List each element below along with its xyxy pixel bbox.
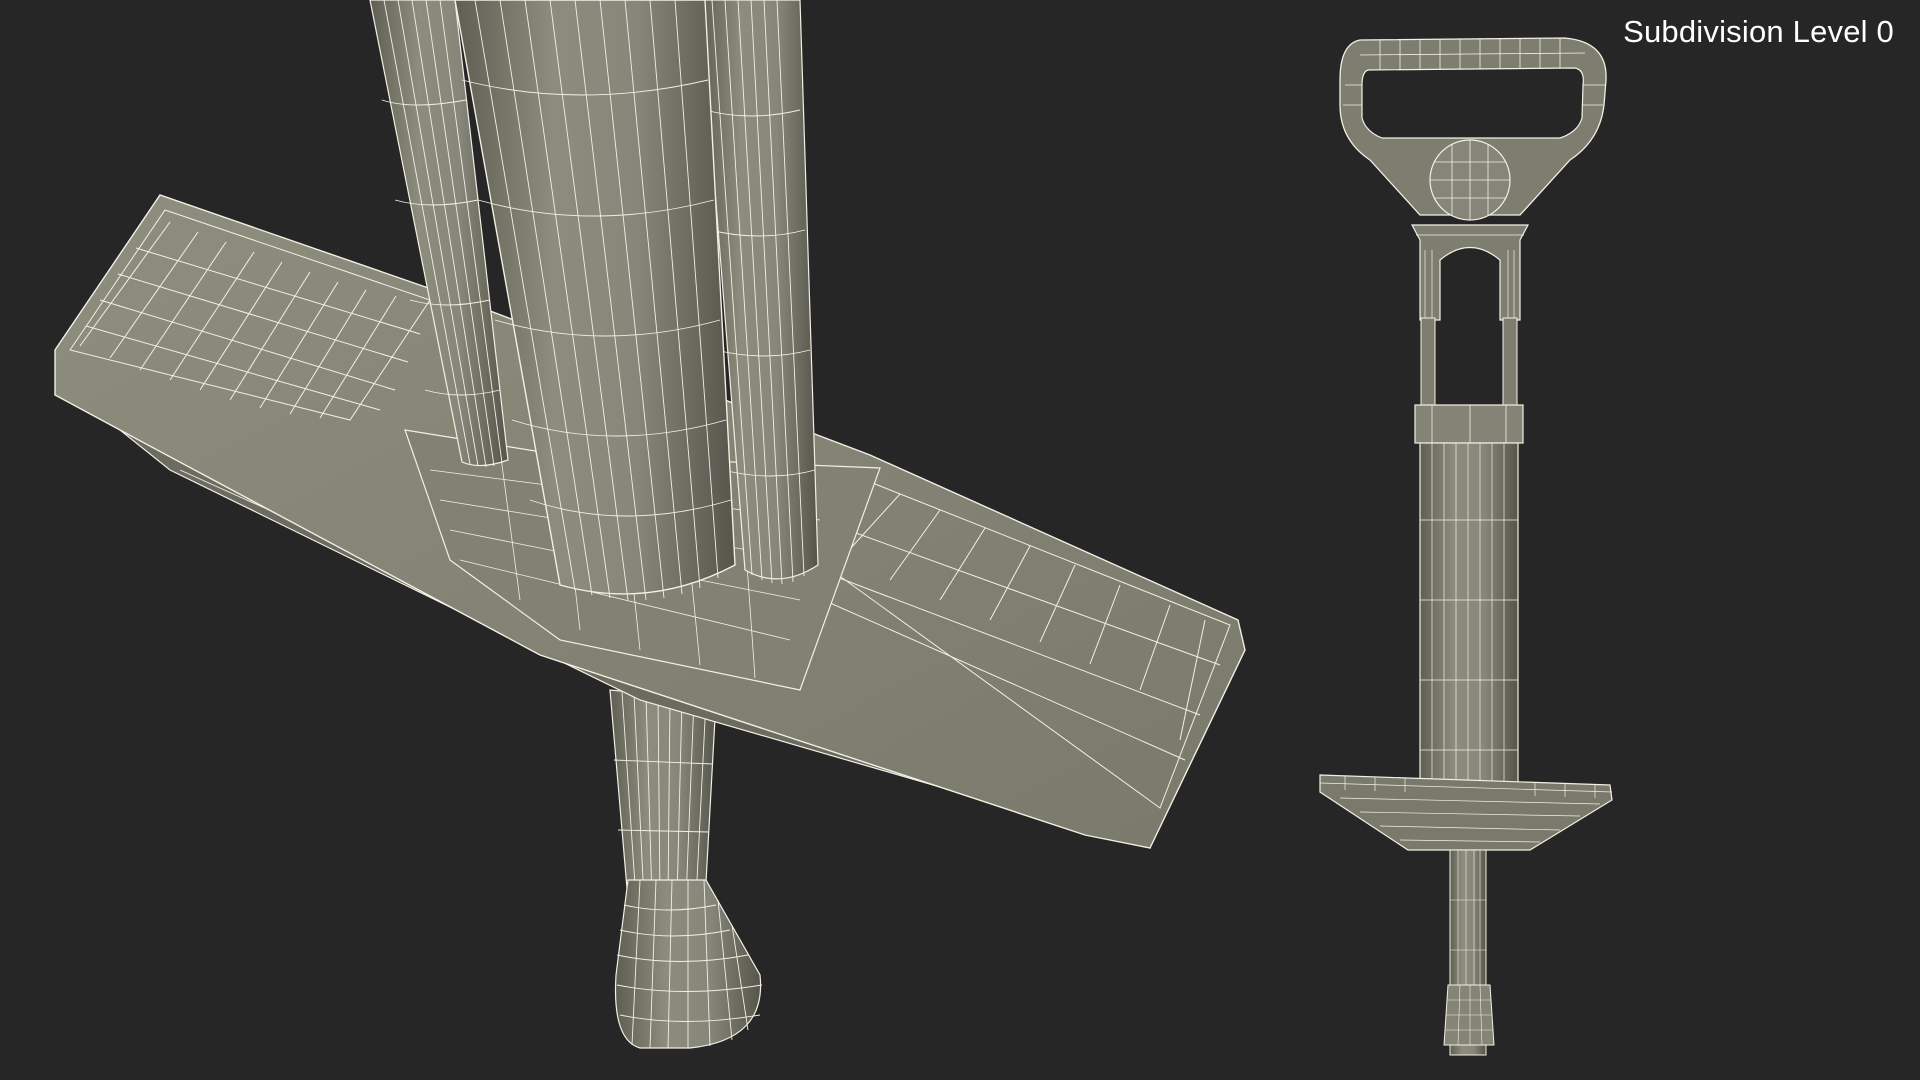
full-collar bbox=[1414, 404, 1524, 444]
closeup-view bbox=[54, 0, 1246, 1049]
full-main-tube bbox=[1419, 442, 1519, 784]
full-yoke bbox=[1411, 224, 1529, 321]
subdivision-level-label: Subdivision Level 0 bbox=[1623, 14, 1894, 49]
full-side-rails bbox=[1420, 317, 1518, 409]
wireframe-scene bbox=[54, 0, 1613, 1056]
3d-viewport[interactable]: Subdivision Level 0 bbox=[0, 0, 1920, 1080]
closeup-lower-rod bbox=[609, 689, 763, 1049]
full-footrest bbox=[1319, 774, 1613, 851]
full-model-view bbox=[1319, 37, 1613, 1056]
full-handle bbox=[1339, 37, 1607, 221]
full-lower-pole bbox=[1443, 849, 1495, 1056]
